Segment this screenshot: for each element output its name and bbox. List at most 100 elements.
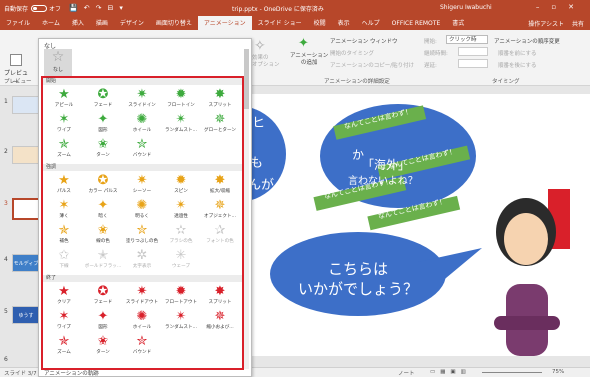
quick-access-toolbar[interactable]: 💾↶↷⊟▾	[69, 4, 129, 12]
advanced-group-label: アニメーションの詳細設定	[324, 79, 390, 85]
animation-effect[interactable]: ✯ 補色	[45, 223, 83, 247]
animation-effect[interactable]: ✮ バウンド	[123, 137, 161, 161]
start-select[interactable]: クリック時	[446, 35, 488, 44]
tab-item[interactable]: アニメーション	[197, 16, 252, 30]
tab-item[interactable]: ヘルプ	[356, 18, 386, 30]
animation-effect[interactable]: ✹ フロートイン	[162, 87, 200, 111]
animation-gallery: なし ☆ なし 開始 ★ アピール ✪ フェード ✷ スライドイン ✹ フロートイン ✸ スプリット…	[38, 38, 252, 377]
tab-item[interactable]: 画面切り替え	[150, 18, 198, 30]
animation-effect[interactable]: ★ アピール	[45, 87, 83, 111]
tab-item[interactable]: 挿入	[66, 18, 90, 30]
animation-effect[interactable]: ✬ 線の色	[84, 223, 122, 247]
animation-effect[interactable]: ✳ ウェーブ	[162, 248, 200, 272]
qat-icon[interactable]: ▾	[119, 4, 129, 12]
slide-thumbnail-3[interactable]	[12, 198, 40, 220]
slide-thumbnail-4[interactable]: モルディブ	[12, 254, 40, 272]
animation-effect[interactable]: ✬ ターン	[84, 334, 122, 358]
tab-item[interactable]: ホーム	[36, 18, 66, 30]
animation-effect-label: フェード	[93, 103, 113, 108]
animation-effect[interactable]: ✹ スピン	[162, 173, 200, 197]
tab-item[interactable]: 描画	[90, 18, 114, 30]
add-animation-button[interactable]: アニメーション の追加	[290, 53, 328, 67]
effect-options-button[interactable]: 効果の オプション	[252, 55, 280, 69]
slide-canvas[interactable]: ヒ も んが か 「海外」 言わないよね？ こちらは いかがでしょう？ なんてこ…	[190, 94, 590, 356]
animation-effect[interactable]: ✷ スライドアウト	[123, 284, 161, 308]
animation-effect[interactable]: ✦ 暗く	[84, 198, 122, 222]
tab-item[interactable]: OFFICE REMOTE	[386, 20, 447, 30]
animation-effect-label: 下線	[59, 264, 69, 269]
notes-button[interactable]: ノート	[398, 369, 415, 377]
tab-item[interactable]: デザイン	[114, 18, 150, 30]
animation-effect[interactable]: ✸ スプリット	[201, 284, 239, 308]
animation-effect[interactable]: ✮ 塗りつぶしの色	[123, 223, 161, 247]
animation-effect[interactable]: ✺ 明るく	[123, 198, 161, 222]
animation-effect[interactable]: ✰ フォントの色	[201, 223, 239, 247]
user-name[interactable]: Shigeru Iwabuchi	[440, 4, 492, 11]
view-buttons[interactable]: ▭▦▣▥	[430, 369, 471, 375]
animation-effect-label: カラー パルス	[88, 189, 118, 194]
animation-effect[interactable]: ✯ ズーム	[45, 137, 83, 161]
animation-effect[interactable]: ✺ ホイール	[123, 112, 161, 136]
move-earlier-button[interactable]: 順番を前にする	[498, 49, 537, 57]
animation-effect[interactable]: ✸ 拡大/収縮	[201, 173, 239, 197]
tab-item[interactable]: 校閲	[308, 18, 332, 30]
duration-input[interactable]	[458, 47, 488, 56]
window-control-icon[interactable]: –	[536, 3, 552, 11]
animation-effect[interactable]: ✸ スプリット	[201, 87, 239, 111]
animation-effect[interactable]: ✪ フェード	[84, 87, 122, 111]
animation-effect[interactable]: ✶ ワイプ	[45, 112, 83, 136]
animation-effect[interactable]: ✪ フェード	[84, 284, 122, 308]
animation-effect[interactable]: ✶ 薄く	[45, 198, 83, 222]
animation-effect[interactable]: ✵ グローとターン	[201, 112, 239, 136]
animation-effect[interactable]: ✪ カラー パルス	[84, 173, 122, 197]
qat-icon[interactable]: 💾	[69, 4, 84, 12]
animation-effect[interactable]: ✯ ズーム	[45, 334, 83, 358]
qat-icon[interactable]: ↷	[96, 4, 108, 12]
animation-effect[interactable]: ★ クリア	[45, 284, 83, 308]
animation-effect[interactable]: ✶ ワイプ	[45, 309, 83, 333]
animation-effect[interactable]: ✵ 縮小および...	[201, 309, 239, 333]
qat-icon[interactable]: ⊟	[108, 4, 120, 12]
animation-none[interactable]: ☆ なし	[44, 49, 72, 76]
animation-effect[interactable]: ✦ 図形	[84, 112, 122, 136]
animation-effect[interactable]: ✮ バウンド	[123, 334, 161, 358]
slide-thumbnail-1[interactable]	[12, 96, 40, 114]
animation-effect[interactable]: ★ パルス	[45, 173, 83, 197]
animation-effect[interactable]: ✷ シーソー	[123, 173, 161, 197]
animation-painter-button[interactable]: アニメーションのコピー/貼り付け	[330, 61, 414, 69]
animation-effect[interactable]: ✩ 下線	[45, 248, 83, 272]
animation-effect[interactable]: ✹ フロートアウト	[162, 284, 200, 308]
animation-pane-button[interactable]: アニメーション ウィンドウ	[330, 37, 398, 45]
share-button[interactable]: 共有	[572, 19, 584, 28]
tab-item[interactable]: ファイル	[0, 18, 36, 30]
gallery-scrollbar[interactable]	[244, 49, 249, 369]
tab-item[interactable]: スライド ショー	[252, 18, 308, 30]
slide-thumbnail-5[interactable]: ゆうす	[12, 306, 40, 324]
window-controls[interactable]: –▫✕	[536, 3, 586, 11]
animation-effect[interactable]: ✷ スライドイン	[123, 87, 161, 111]
animation-effect[interactable]: ✺ ホイール	[123, 309, 161, 333]
tab-item[interactable]: 表示	[332, 18, 356, 30]
animation-effect[interactable]: ✫ ブラシの色	[162, 223, 200, 247]
autosave-toggle[interactable]	[31, 4, 48, 12]
tab-item[interactable]: 書式	[446, 18, 470, 30]
trigger-button[interactable]: 開始のタイミング	[330, 49, 374, 57]
gallery-scroll-thumb[interactable]	[244, 49, 249, 109]
zoom-level[interactable]: 75%	[552, 369, 564, 375]
animation-effect[interactable]: ✴ ランダムスト...	[162, 112, 200, 136]
tell-me-search[interactable]: 操作アシスト	[528, 19, 564, 28]
window-control-icon[interactable]: ✕	[568, 3, 586, 11]
delay-input[interactable]	[458, 59, 488, 68]
animation-effect[interactable]: ✵ オブジェクト...	[201, 198, 239, 222]
animation-effect[interactable]: ✴ ランダムスト...	[162, 309, 200, 333]
qat-icon[interactable]: ↶	[84, 4, 96, 12]
animation-effect[interactable]: ✦ 図形	[84, 309, 122, 333]
animation-effect[interactable]: ✲ 太字表示	[123, 248, 161, 272]
animation-effect[interactable]: ✬ ターン	[84, 137, 122, 161]
animation-effect[interactable]: ✭ ボールドフラッ...	[84, 248, 122, 272]
slide-thumbnail-2[interactable]	[12, 146, 40, 164]
animation-effect[interactable]: ✴ 透過性	[162, 198, 200, 222]
move-later-button[interactable]: 順番を後にする	[498, 61, 537, 69]
window-control-icon[interactable]: ▫	[551, 3, 568, 11]
zoom-slider[interactable]	[482, 372, 542, 373]
